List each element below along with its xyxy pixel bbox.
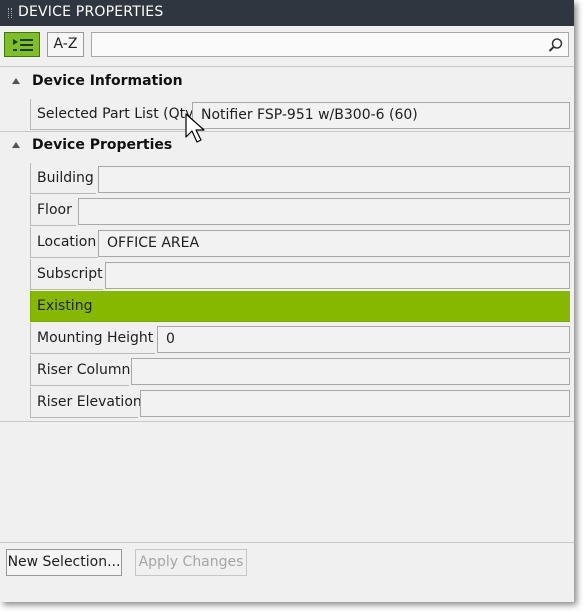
drag-grip-icon[interactable] xyxy=(8,8,12,18)
property-row-selected-part-list: Selected Part List (Qty) Notifier FSP-95… xyxy=(30,99,570,130)
property-row-floor: Floor xyxy=(30,195,570,226)
property-label: Location xyxy=(30,227,98,258)
device-properties-panel: DEVICE PROPERTIES A-Z Device Information xyxy=(0,0,574,602)
category-label: Device Information xyxy=(32,73,183,89)
property-value-field[interactable] xyxy=(131,358,570,385)
property-label: Subscript xyxy=(30,259,103,290)
property-row-existing[interactable]: Existing xyxy=(30,291,570,322)
search-icon[interactable] xyxy=(548,37,564,53)
mouse-cursor-icon xyxy=(185,113,205,143)
new-selection-button[interactable]: New Selection... xyxy=(6,549,122,576)
property-row-mounting-height: Mounting Height 0 xyxy=(30,323,570,354)
property-row-building: Building xyxy=(30,163,570,194)
toolbar: A-Z xyxy=(0,26,574,66)
apply-changes-button[interactable]: Apply Changes xyxy=(135,549,247,576)
categorized-list-icon xyxy=(13,39,33,51)
property-value-field[interactable]: Notifier FSP-951 w/B300-6 (60) xyxy=(192,102,570,129)
category-device-properties[interactable]: Device Properties xyxy=(0,131,574,161)
property-value-field[interactable] xyxy=(98,166,570,193)
footer-divider xyxy=(0,542,574,543)
panel-title: DEVICE PROPERTIES xyxy=(18,4,164,20)
property-value-field[interactable] xyxy=(78,198,570,225)
category-label: Device Properties xyxy=(32,137,173,153)
collapse-arrow-icon[interactable] xyxy=(12,78,20,84)
property-value-field[interactable] xyxy=(105,262,570,289)
alphabetical-sort-button[interactable]: A-Z xyxy=(47,32,84,57)
property-row-riser-elevation: Riser Elevation xyxy=(30,387,570,418)
property-label: Selected Part List (Qty) xyxy=(30,99,199,130)
property-label: Riser Column xyxy=(30,355,130,386)
panel-titlebar[interactable]: DEVICE PROPERTIES xyxy=(0,0,574,26)
property-row-location: Location OFFICE AREA xyxy=(30,227,570,258)
property-label: Building xyxy=(30,163,96,194)
property-value-field[interactable]: 0 xyxy=(157,326,570,353)
property-grid: Device Information Selected Part List (Q… xyxy=(0,66,574,422)
property-value-field[interactable]: OFFICE AREA xyxy=(98,230,570,257)
property-label: Mounting Height xyxy=(30,323,155,354)
property-label: Riser Elevation xyxy=(30,387,142,418)
category-device-information[interactable]: Device Information xyxy=(0,67,574,97)
property-value-field[interactable] xyxy=(140,390,570,417)
property-label: Floor xyxy=(30,195,76,226)
collapse-arrow-icon[interactable] xyxy=(12,142,20,148)
property-row-riser-column: Riser Column xyxy=(30,355,570,386)
search-input[interactable] xyxy=(91,32,569,57)
categorized-view-button[interactable] xyxy=(4,32,40,57)
property-row-subscript: Subscript xyxy=(30,259,570,290)
property-label: Existing xyxy=(30,291,570,322)
